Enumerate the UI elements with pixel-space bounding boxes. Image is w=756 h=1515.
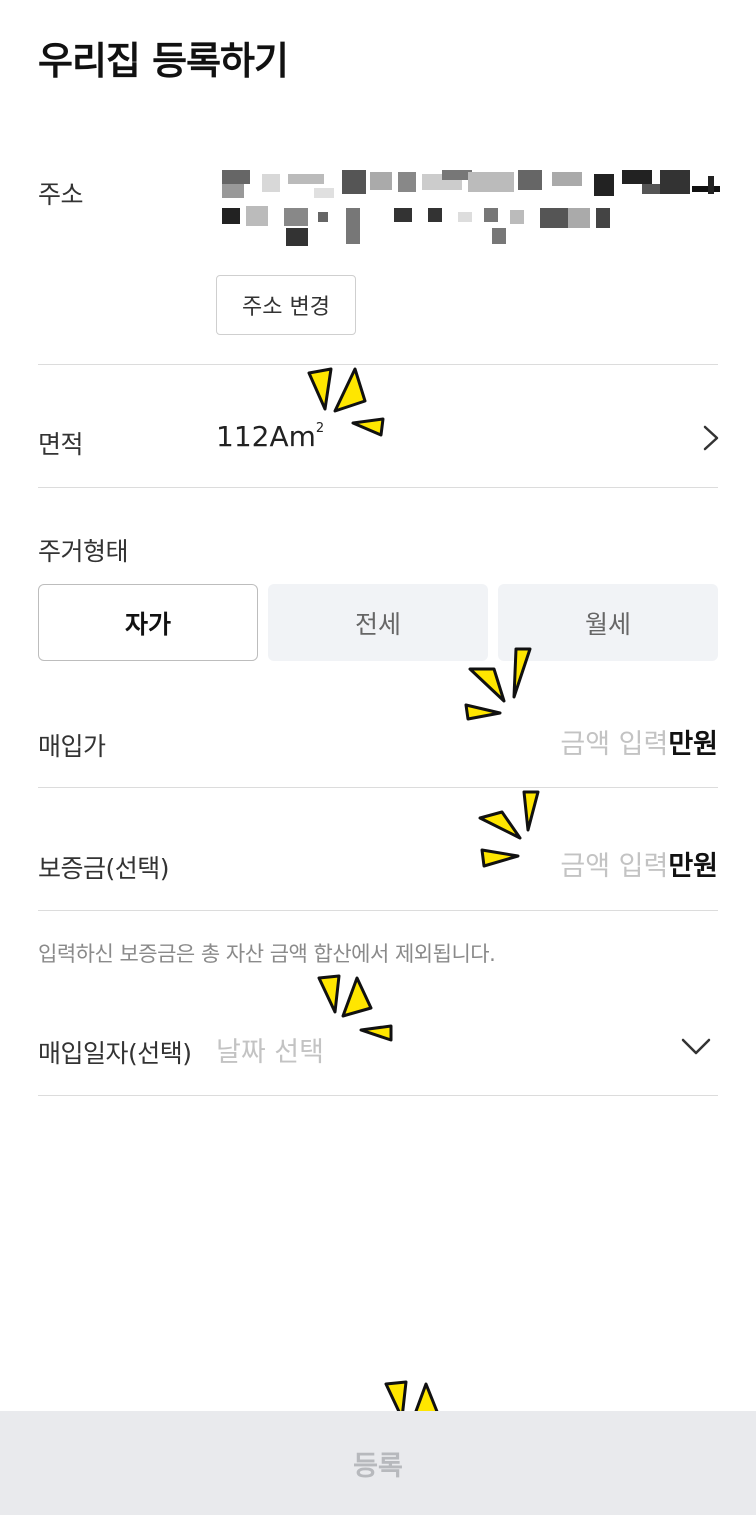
submit-button-label: 등록	[353, 1450, 403, 1482]
sparkle-icon	[478, 790, 540, 868]
purchase-price-input[interactable]: 금액 입력 만원	[560, 722, 718, 761]
deposit-note: 입력하신 보증금은 총 자산 금액 합산에서 제외됩니다.	[38, 942, 496, 966]
deposit-placeholder: 금액 입력	[560, 851, 669, 882]
housing-type-owned-button[interactable]: 자가	[38, 584, 258, 661]
divider	[38, 787, 718, 788]
area-label: 면적	[38, 430, 84, 459]
housing-type-label: 주거형태	[38, 537, 129, 566]
address-value-blurred	[222, 150, 720, 250]
address-label: 주소	[38, 180, 84, 209]
housing-type-jeonse-button[interactable]: 전세	[268, 584, 488, 661]
divider	[38, 1095, 718, 1096]
purchase-date-label: 매입일자(선택)	[38, 1039, 192, 1068]
deposit-input[interactable]: 금액 입력 만원	[560, 844, 718, 883]
deposit-label: 보증금(선택)	[38, 854, 170, 883]
submit-button[interactable]: 등록	[0, 1411, 756, 1515]
divider	[38, 910, 718, 911]
sparkle-icon	[317, 974, 393, 1042]
purchase-price-placeholder: 금액 입력	[560, 729, 669, 760]
sparkle-icon	[307, 367, 385, 437]
divider	[38, 487, 718, 488]
chevron-right-icon[interactable]	[700, 425, 722, 451]
sparkle-icon	[464, 647, 532, 721]
change-address-button[interactable]: 주소 변경	[216, 275, 356, 335]
purchase-price-label: 매입가	[38, 732, 106, 761]
deposit-unit: 만원	[668, 851, 718, 882]
chevron-down-icon[interactable]	[680, 1036, 712, 1058]
purchase-date-select[interactable]: 날짜 선택	[216, 1030, 324, 1069]
purchase-price-unit: 만원	[668, 729, 718, 760]
page-title: 우리집 등록하기	[38, 39, 289, 83]
area-number: 112Am	[216, 420, 316, 453]
